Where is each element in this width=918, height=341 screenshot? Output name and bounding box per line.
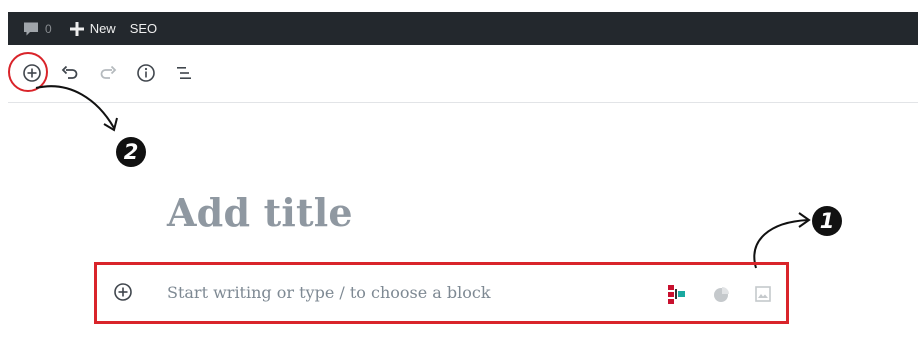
- tabular-block-icon: [666, 283, 688, 305]
- tabular-block-button[interactable]: [665, 282, 689, 306]
- chart-block-button[interactable]: [709, 282, 733, 306]
- block-placeholder-text[interactable]: Start writing or type / to choose a bloc…: [167, 283, 491, 302]
- image-icon: [753, 284, 773, 304]
- plus-circle-icon: [113, 282, 133, 307]
- annotation-badge-1: 1: [812, 206, 842, 236]
- inline-inserter-button[interactable]: [111, 282, 135, 306]
- default-block-appender[interactable]: Start writing or type / to choose a bloc…: [94, 262, 789, 324]
- image-block-button[interactable]: [751, 282, 775, 306]
- post-title-input[interactable]: Add title: [167, 188, 353, 238]
- arrow-to-inserter: [35, 85, 115, 129]
- annotation-badge-2: 2: [116, 137, 146, 167]
- pie-chart-icon: [711, 284, 731, 304]
